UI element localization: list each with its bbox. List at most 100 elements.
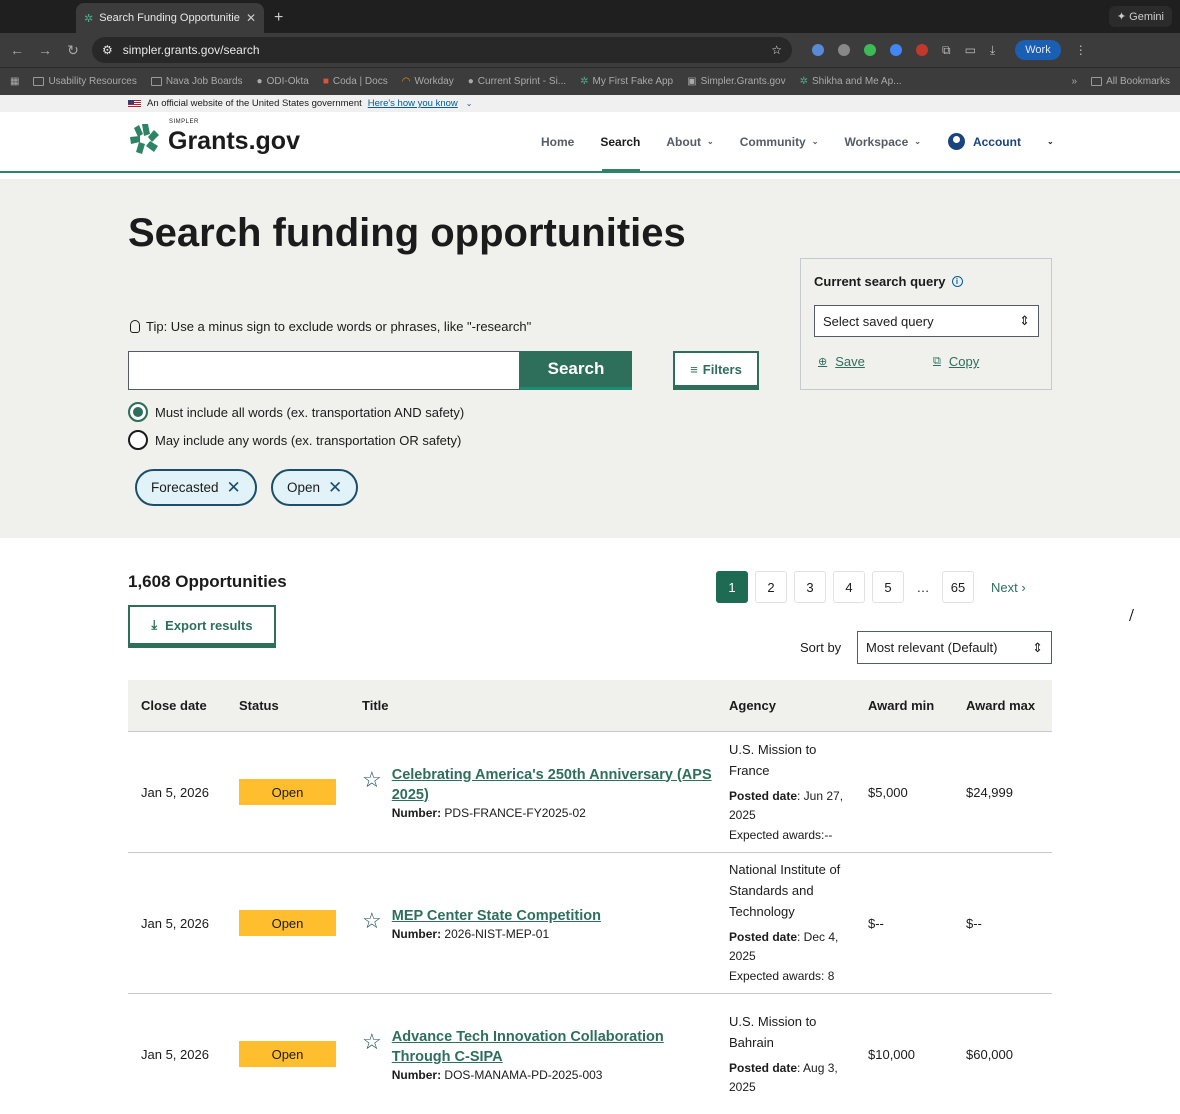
user-icon [947,133,965,150]
bookmark-item[interactable]: ● ODI-Okta [257,76,309,87]
bookmark-item[interactable]: ▣ Simpler.Grants.gov [687,76,786,87]
apps-icon[interactable]: ▦ [10,76,19,87]
page-button[interactable]: 1 [716,571,748,603]
site-logo[interactable]: Grants.gov SIMPLER [128,119,300,156]
posted-label: Posted date [729,1061,798,1075]
address-bar[interactable]: ⚙ simpler.grants.gov/search ☆ [92,37,792,63]
results-table: Close date Status Title Agency Award min… [128,680,1052,1114]
column-header[interactable]: Status [226,698,349,713]
mouse-cursor-icon [1129,609,1141,621]
page-button[interactable]: 3 [794,571,826,603]
gov-banner: An official website of the United States… [0,95,1180,112]
more-bookmarks-icon[interactable]: » [1072,76,1078,87]
page-button[interactable]: 65 [942,571,974,603]
extension-icons: ⧉ ▭ ⤓ Work ⋮ [812,40,1087,60]
puzzle-icon[interactable]: ⧉ [942,43,951,58]
gov-banner-link[interactable]: Here's how you know [368,98,458,109]
chevron-down-icon: ⌄ [707,137,714,146]
bookmark-star-icon[interactable]: ☆ [771,43,782,57]
opportunity-title-link[interactable]: MEP Center State Competition [392,906,601,926]
radio-any-words[interactable]: May include any words (ex. transportatio… [128,430,461,450]
copy-query-link[interactable]: ⧉ Copy [933,354,979,369]
results-count: 1,608 Opportunities [128,572,287,591]
star-icon[interactable]: ☆ [362,768,382,791]
bookmark-item[interactable]: ✲ My First Fake App [580,76,673,87]
download-icon[interactable]: ⤓ [990,43,995,58]
column-header[interactable]: Agency [716,698,855,713]
nav-search[interactable]: Search [587,112,653,173]
page-button[interactable]: 2 [755,571,787,603]
sort-select[interactable]: Most relevant (Default) ⇕ [857,631,1052,664]
search-input[interactable] [128,351,520,390]
column-header[interactable]: Title [349,698,716,713]
account-menu[interactable]: Account ⌄ [934,133,1054,150]
workday-icon: ◠ [401,76,411,87]
column-header[interactable]: Award max [953,698,1052,713]
radio-all-words[interactable]: Must include all words (ex. transportati… [128,402,464,422]
extension-icon[interactable] [864,44,876,56]
browser-tab-strip: ✲ Search Funding Opportunities ✕ + ✦ Gem… [0,0,1180,33]
info-icon[interactable]: i [951,276,963,287]
profile-button[interactable]: Work [1015,40,1061,60]
nav-workspace[interactable]: Workspace ⌄ [831,112,934,171]
filters-button[interactable]: ≡ Filters [673,351,759,390]
page-button[interactable]: 4 [833,571,865,603]
radio-checked-icon[interactable] [128,402,148,422]
bookmark-item[interactable]: ● Current Sprint - Si... [468,76,566,87]
star-icon[interactable]: ☆ [362,909,382,932]
agency-cell: National Institute of Standards and Tech… [716,859,855,987]
bookmark-label: Nava Job Boards [165,76,243,87]
bookmark-label: Workday [414,76,454,87]
star-icon[interactable]: ☆ [362,1030,382,1053]
site-settings-icon[interactable]: ⚙ [102,43,113,57]
back-icon[interactable]: ← [8,42,26,58]
bookmark-item[interactable]: Nava Job Boards [150,76,243,87]
extension-icon[interactable] [838,44,850,56]
column-header[interactable]: Award min [855,698,953,713]
saved-query-select[interactable]: Select saved query ⇕ [814,305,1039,337]
url-text: simpler.grants.gov/search [122,43,260,57]
close-icon[interactable]: ✕ [227,478,241,498]
bookmark-item[interactable]: Usability Resources [33,76,137,87]
bookmark-label: Current Sprint - Si... [477,76,567,87]
logo-text: Grants.gov [168,126,300,155]
search-button[interactable]: Search [520,351,632,390]
browser-tab[interactable]: ✲ Search Funding Opportunities ✕ [76,3,264,33]
forward-icon[interactable]: → [36,42,54,58]
close-icon[interactable]: ✕ [328,478,342,498]
next-page-link[interactable]: Next › [991,580,1026,595]
radio-unchecked-icon[interactable] [128,430,148,450]
export-results-button[interactable]: ⤓ Export results [128,605,276,648]
page-button[interactable]: 5 [872,571,904,603]
table-row: Jan 5, 2026 Open ☆ Celebrating America's… [128,732,1052,853]
nav-community[interactable]: Community ⌄ [727,112,832,171]
extension-icon[interactable] [812,44,824,56]
chevron-down-icon[interactable]: ⌄ [466,99,473,108]
nav-label: About [666,134,702,149]
nav-home[interactable]: Home [528,112,587,171]
save-query-link[interactable]: ⊕ Save [818,354,865,369]
bookmark-item[interactable]: ✲ Shikha and Me Ap... [800,76,902,87]
column-header[interactable]: Close date [128,698,226,713]
number-label: Number: [391,1067,442,1082]
number-value: PDS-FRANCE-FY2025-02 [444,805,586,820]
opportunity-title-link[interactable]: Celebrating America's 250th Anniversary … [392,765,716,805]
filters-label: Filters [702,361,742,377]
extension-icon[interactable] [890,44,902,56]
nav-about[interactable]: About ⌄ [653,112,726,171]
opportunity-title-link[interactable]: Advance Tech Innovation Collaboration Th… [392,1027,716,1067]
bookmark-item[interactable]: ■ Coda | Docs [323,76,388,87]
all-bookmarks[interactable]: All Bookmarks [1091,76,1170,87]
filter-chip-forecasted[interactable]: Forecasted ✕ [135,469,257,506]
reload-icon[interactable]: ↻ [64,42,82,59]
filter-chip-open[interactable]: Open ✕ [271,469,359,506]
agency-name: U.S. Mission to France [729,741,817,778]
sidepanel-icon[interactable]: ▭ [965,43,976,57]
gemini-button[interactable]: ✦ Gemini [1108,6,1172,27]
chip-label: Forecasted [151,480,219,495]
menu-icon[interactable]: ⋮ [1075,43,1087,57]
extension-icon[interactable] [916,44,928,56]
close-tab-icon[interactable]: ✕ [246,11,256,25]
new-tab-button[interactable]: + [274,9,283,27]
bookmark-item[interactable]: ◠ Workday [402,76,454,87]
